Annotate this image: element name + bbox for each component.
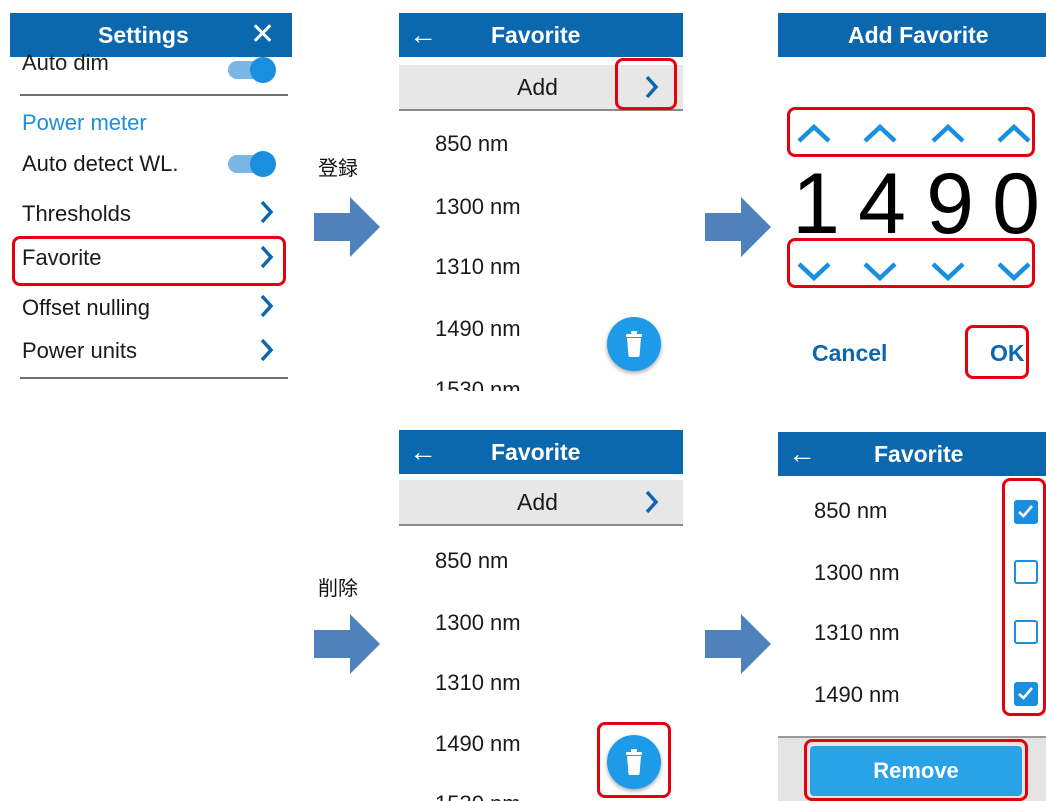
favorite-header: ← Favorite <box>778 432 1046 476</box>
highlight-delete-fab <box>597 722 671 798</box>
chevron-right-icon[interactable] <box>256 197 278 227</box>
list-item[interactable]: 1490 nm <box>814 682 900 708</box>
arrow-right-icon <box>705 197 771 257</box>
page-title: Favorite <box>491 439 581 465</box>
back-arrow-icon[interactable]: ← <box>788 432 816 476</box>
digit-1: 1 <box>792 156 840 252</box>
page-title: Settings <box>98 22 189 48</box>
section-title: Power meter <box>22 110 147 135</box>
list-item[interactable]: 1310 nm <box>814 620 900 646</box>
digit-3: 9 <box>926 156 974 252</box>
list-item[interactable]: 1490 nm <box>435 316 521 342</box>
menu-item-offset-nulling[interactable]: Offset nulling <box>22 295 150 321</box>
list-item[interactable]: 1530 nm <box>435 791 521 801</box>
favorite-header: ← Favorite <box>399 13 683 57</box>
list-item[interactable]: 850 nm <box>435 548 508 574</box>
list-item[interactable]: 850 nm <box>435 131 508 157</box>
add-label: Add <box>517 489 558 515</box>
auto-detect-wl-label: Auto detect WL. <box>22 151 179 176</box>
back-arrow-icon[interactable]: ← <box>409 430 437 474</box>
delete-annotation: 削除 <box>318 576 358 600</box>
cancel-button[interactable]: Cancel <box>812 340 887 367</box>
list-item[interactable]: 1300 nm <box>814 560 900 586</box>
chevron-right-icon[interactable] <box>641 487 663 517</box>
highlight-favorite <box>12 236 286 286</box>
delete-fab[interactable] <box>607 317 661 371</box>
list-item[interactable]: 1490 nm <box>435 731 521 757</box>
settings-panel: Settings ✕ Auto dim Power meter Auto det… <box>10 13 292 385</box>
add-label: Add <box>517 74 558 100</box>
page-title: Favorite <box>874 441 964 467</box>
divider <box>20 377 288 379</box>
highlight-increment-row <box>787 107 1035 157</box>
digit-2: 4 <box>858 156 906 252</box>
highlight-add-chevron <box>615 58 677 110</box>
highlight-remove-button <box>804 739 1028 801</box>
favorite-header: ← Favorite <box>399 430 683 474</box>
add-bar[interactable]: Add <box>399 480 683 526</box>
chevron-right-icon[interactable] <box>256 335 278 365</box>
register-annotation: 登録 <box>318 156 358 180</box>
auto-dim-toggle[interactable] <box>228 57 276 83</box>
trash-icon <box>626 331 642 357</box>
digit-4: 0 <box>992 156 1040 252</box>
highlight-decrement-row <box>787 238 1035 288</box>
back-arrow-icon[interactable]: ← <box>409 13 437 57</box>
menu-item-thresholds[interactable]: Thresholds <box>22 201 131 227</box>
divider <box>20 94 288 96</box>
list-item[interactable]: 1310 nm <box>435 254 521 280</box>
arrow-right-icon <box>314 614 380 674</box>
auto-dim-label: Auto dim <box>22 50 109 75</box>
add-favorite-header: Add Favorite <box>778 13 1046 57</box>
highlight-checkboxes <box>1002 478 1046 716</box>
list-item[interactable]: 1310 nm <box>435 670 521 696</box>
chevron-right-icon[interactable] <box>256 291 278 321</box>
list-item[interactable]: 1530 nm <box>435 377 521 391</box>
close-icon[interactable]: ✕ <box>250 13 275 57</box>
list-item[interactable]: 850 nm <box>814 498 887 524</box>
page-title: Add Favorite <box>848 22 989 48</box>
menu-item-power-units[interactable]: Power units <box>22 338 137 364</box>
arrow-right-icon <box>314 197 380 257</box>
list-item[interactable]: 1300 nm <box>435 194 521 220</box>
list-item[interactable]: 1300 nm <box>435 610 521 636</box>
auto-detect-toggle[interactable] <box>228 151 276 177</box>
arrow-right-icon <box>705 614 771 674</box>
highlight-ok-button <box>965 325 1029 379</box>
page-title: Favorite <box>491 22 581 48</box>
